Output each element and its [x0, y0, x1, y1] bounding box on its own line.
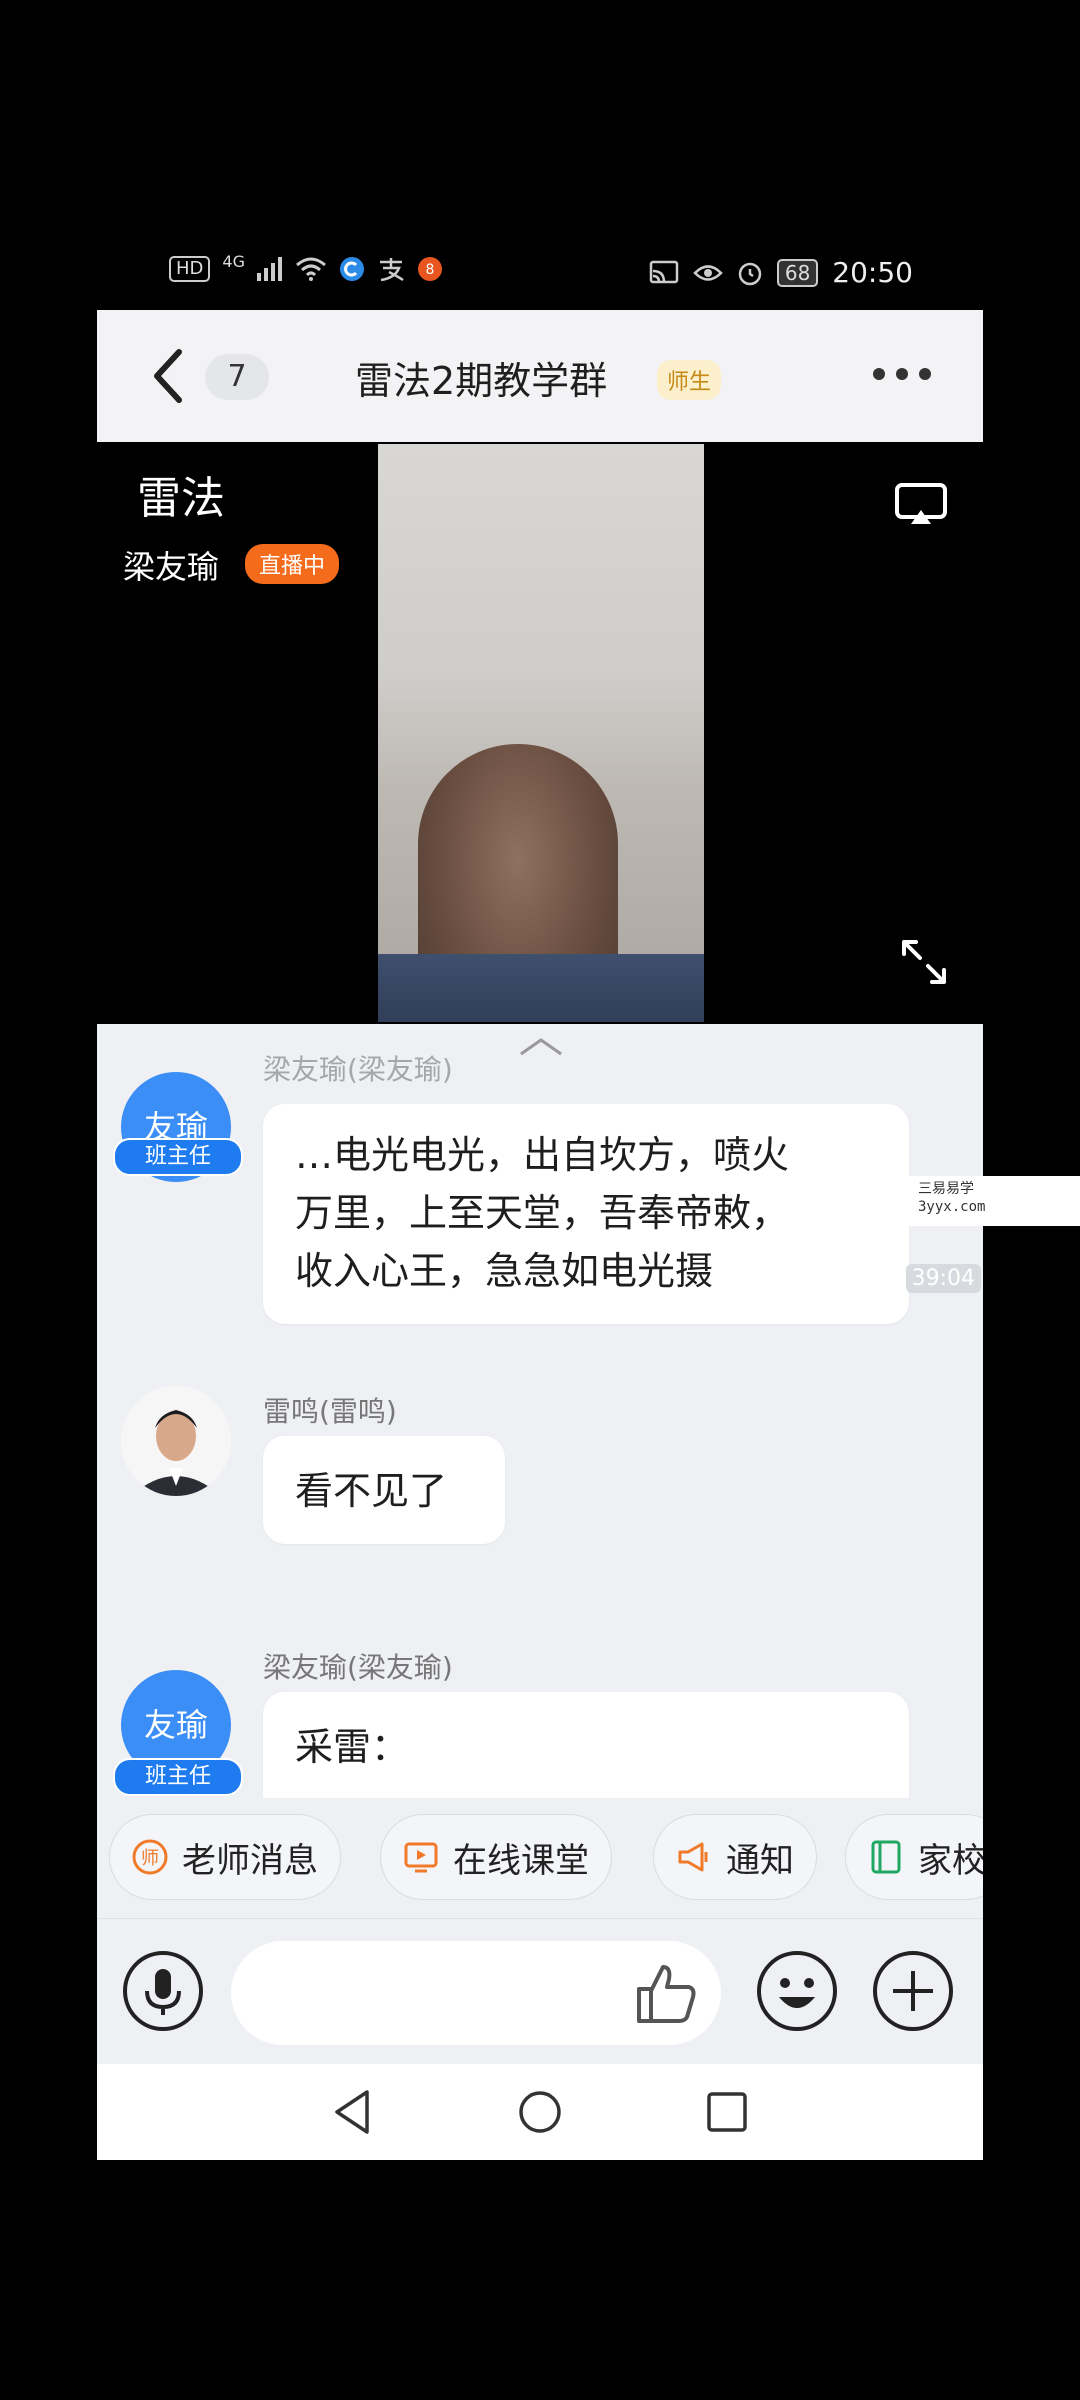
book-icon [871, 1840, 901, 1874]
person-photo-icon [121, 1386, 231, 1496]
live-stream-panel[interactable]: 雷法 梁友瑜 直播中 [97, 442, 983, 1024]
status-left: HD 4G 8 [169, 252, 443, 282]
message-line: 万里，上至天堂，吾奉帝敕， [295, 1191, 790, 1235]
chevron-up-icon[interactable] [517, 1034, 565, 1058]
presenter-shirt [378, 954, 704, 1022]
message-line: 采雷： [295, 1725, 410, 1769]
wifi-icon [296, 257, 326, 281]
unread-count-badge[interactable]: 7 [205, 354, 269, 400]
screen-cast-icon[interactable] [894, 482, 948, 526]
thumbs-up-icon[interactable] [631, 1959, 701, 2029]
status-bar: HD 4G 8 68 20:50 [97, 248, 983, 300]
alipay-icon [379, 258, 404, 282]
nav-back-icon[interactable] [327, 2086, 379, 2138]
message-line: 收入心王，急急如电光摄 [295, 1249, 714, 1293]
chip-label: 在线课堂 [453, 1840, 589, 1881]
add-icon[interactable] [871, 1949, 955, 2033]
signal-icon [256, 257, 282, 281]
chip-label: 家校 [918, 1840, 983, 1881]
chat-header: 7 雷法2期教学群 师生 [97, 310, 983, 443]
message-input-bar [97, 1918, 983, 2065]
fullscreen-icon[interactable] [900, 938, 948, 986]
sender-name: 雷鸣(雷鸣) [263, 1395, 397, 1428]
svg-text:师: 师 [141, 1848, 159, 1869]
message-list[interactable]: 梁友瑜(梁友瑜) 友瑜 班主任 …电光电光，出自坎方，喷火 万里，上至天堂，吾奉… [97, 1024, 983, 1798]
battery-indicator: 68 [776, 258, 819, 287]
app-c-icon [339, 257, 364, 281]
teacher-icon: 师 [132, 1839, 168, 1875]
eye-icon [693, 264, 723, 281]
message-bubble[interactable]: 看不见了 [263, 1436, 505, 1544]
online-classroom-button[interactable]: 在线课堂 [380, 1814, 612, 1900]
classroom-icon [404, 1842, 438, 1873]
chip-label: 老师消息 [182, 1840, 318, 1881]
watermark-line: 三易易学 [918, 1181, 974, 1197]
message-bubble[interactable]: …电光电光，出自坎方，喷火 万里，上至天堂，吾奉帝敕， 收入心王，急急如电光摄 [263, 1104, 909, 1324]
sender-name: 梁友瑜(梁友瑜) [263, 1651, 453, 1684]
system-nav-bar [97, 2064, 983, 2160]
message-line: …电光电光，出自坎方，喷火 [295, 1133, 790, 1177]
voice-input-icon[interactable] [121, 1949, 205, 2033]
hd-indicator: HD [169, 256, 211, 282]
network-type: 4G [222, 251, 245, 271]
streamer-name: 梁友瑜 [123, 548, 220, 586]
avatar[interactable] [121, 1386, 231, 1496]
emoji-icon[interactable] [755, 1949, 839, 2033]
chip-label: 通知 [726, 1840, 794, 1881]
watermark: 三易易学 3yyx.com [908, 1176, 1080, 1226]
phone-screen: HD 4G 8 68 20:50 7 雷法2期教学群 师生 雷法 梁友瑜 直播中 [97, 0, 983, 2160]
nav-recents-icon[interactable] [701, 2086, 753, 2138]
home-school-button[interactable]: 家校 [845, 1814, 983, 1900]
live-video[interactable] [378, 444, 704, 1022]
more-options-icon[interactable] [873, 368, 931, 384]
back-arrow-icon[interactable] [145, 348, 193, 404]
alarm-icon [738, 262, 762, 285]
app-badge-icon: 8 [417, 257, 442, 281]
megaphone-icon [678, 1842, 708, 1872]
svg-text:8: 8 [426, 262, 435, 278]
watermark-line: 3yyx.com [918, 1199, 986, 1215]
page-title: 雷法2期教学群 [355, 359, 608, 403]
message-bubble[interactable]: 采雷： [263, 1692, 909, 1798]
quick-actions-bar: 师 老师消息 在线课堂 通知 家校 [97, 1798, 983, 1918]
status-right: 68 20:50 [649, 256, 913, 289]
role-tag: 班主任 [113, 1758, 243, 1796]
notice-button[interactable]: 通知 [653, 1814, 817, 1900]
live-title: 雷法 [137, 473, 225, 524]
teacher-messages-button[interactable]: 师 老师消息 [109, 1814, 341, 1900]
role-tag: 班主任 [113, 1138, 243, 1176]
cast-icon [649, 260, 679, 283]
floating-timer[interactable]: 39:04 [905, 1264, 981, 1293]
message-line: 看不见了 [295, 1469, 448, 1513]
live-status-badge: 直播中 [245, 544, 340, 584]
nav-home-icon[interactable] [514, 2086, 566, 2138]
role-badge: 师生 [657, 360, 722, 400]
clock: 20:50 [832, 256, 913, 289]
sender-name: 梁友瑜(梁友瑜) [263, 1053, 453, 1086]
